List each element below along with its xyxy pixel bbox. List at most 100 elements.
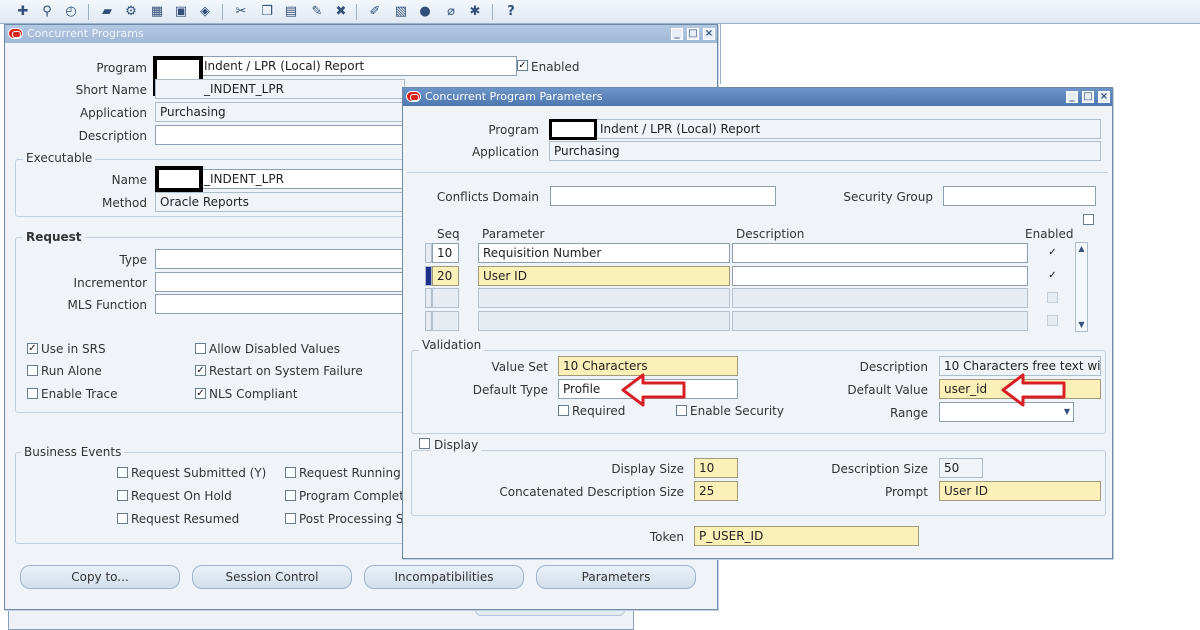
parameter-field[interactable]: User ID — [478, 266, 730, 286]
minimize-icon[interactable]: _ — [1066, 91, 1078, 103]
enable-trace-checkbox[interactable] — [27, 388, 38, 399]
window-title-bar[interactable]: Concurrent Programs _ □ × — [5, 25, 717, 43]
parameters-button[interactable]: Parameters — [536, 565, 696, 589]
navigator-icon[interactable]: ◴ — [62, 3, 80, 21]
seq-field[interactable]: 20 — [432, 266, 459, 286]
attachments-icon[interactable]: ⌀ — [442, 3, 460, 21]
enabled-checkbox[interactable] — [1047, 292, 1058, 303]
description-field[interactable] — [732, 288, 1028, 308]
minimize-icon[interactable]: _ — [671, 28, 683, 40]
parameter-field[interactable] — [478, 288, 730, 308]
clear-record-icon[interactable]: ✎ — [308, 3, 326, 21]
application-field[interactable]: Purchasing — [155, 102, 405, 122]
close-icon[interactable]: × — [1098, 91, 1110, 103]
token-label: Token — [649, 530, 684, 544]
display-title: Display — [431, 438, 482, 452]
row-selector-current[interactable] — [425, 266, 432, 286]
param-program-field[interactable]: Indent / LPR (Local) Report — [549, 119, 1101, 139]
rows-scrollbar[interactable]: ▲ ▼ — [1075, 242, 1088, 332]
translations-icon[interactable]: ◈ — [196, 3, 214, 21]
business-events-title: Business Events — [21, 445, 125, 459]
run-alone-checkbox[interactable] — [27, 365, 38, 376]
restart-on-failure-checkbox[interactable]: ✓ — [195, 365, 206, 376]
folder-tools-icon[interactable]: ✱ — [466, 3, 484, 21]
enabled-checkbox[interactable]: ✓ — [1047, 247, 1058, 258]
enabled-checkbox[interactable]: ✓ — [517, 60, 528, 71]
type-field[interactable] — [155, 249, 405, 269]
request-running-checkbox[interactable] — [285, 467, 296, 478]
post-processing-checkbox[interactable] — [285, 513, 296, 524]
copy-to-button[interactable]: Copy to... — [20, 565, 180, 589]
short-name-field[interactable]: _INDENT_LPR — [155, 79, 405, 99]
parameters-title-bar[interactable]: Concurrent Program Parameters _ □ × — [403, 88, 1112, 106]
token-field[interactable]: P_USER_ID — [694, 526, 919, 546]
help-icon[interactable]: ? — [502, 3, 520, 21]
close-form-icon[interactable]: ▣ — [172, 3, 190, 21]
cut-icon[interactable]: ✂ — [232, 3, 250, 21]
delete-record-icon[interactable]: ✖ — [332, 3, 350, 21]
parameter-field[interactable] — [478, 311, 730, 331]
row-selector[interactable] — [425, 311, 432, 331]
incompatibilities-button[interactable]: Incompatibilities — [364, 565, 524, 589]
request-on-hold-checkbox[interactable] — [117, 490, 128, 501]
save-icon[interactable]: ▰ — [98, 3, 116, 21]
copy-icon[interactable]: ❐ — [258, 3, 276, 21]
seq-field[interactable]: 10 — [432, 243, 459, 263]
method-field[interactable]: Oracle Reports — [155, 192, 405, 212]
enabled-checkbox[interactable] — [1047, 315, 1058, 326]
request-submitted-checkbox[interactable] — [117, 467, 128, 478]
executable-title: Executable — [23, 151, 96, 165]
default-value-label: Default Value — [847, 383, 928, 397]
conflicts-domain-field[interactable] — [550, 186, 776, 206]
post-processing-label: Post Processing St — [299, 512, 409, 526]
prompt-field[interactable]: User ID — [939, 481, 1101, 501]
description-field[interactable] — [155, 125, 405, 145]
scroll-up-icon[interactable]: ▲ — [1077, 244, 1086, 254]
zoom-icon[interactable]: ▧ — [392, 3, 410, 21]
program-completed-checkbox[interactable] — [285, 490, 296, 501]
new-record-icon[interactable]: ✚ — [14, 3, 32, 21]
display-size-field[interactable]: 10 — [694, 458, 738, 478]
switch-responsibility-icon[interactable]: ⚙ — [122, 3, 140, 21]
request-on-hold-label: Request On Hold — [131, 489, 232, 503]
use-in-srs-checkbox[interactable]: ✓ — [27, 343, 38, 354]
parameter-field[interactable]: Requisition Number — [478, 243, 730, 263]
request-submitted-label: Request Submitted (Y) — [131, 466, 267, 480]
mls-function-field[interactable] — [155, 294, 405, 314]
edit-field-icon[interactable]: ✐ — [366, 3, 384, 21]
globe-icon[interactable]: ● — [416, 3, 434, 21]
description-size-field[interactable]: 50 — [939, 458, 983, 478]
redaction-box — [549, 119, 597, 140]
program-field[interactable]: Indent / LPR (Local) Report — [155, 56, 517, 76]
seq-field[interactable] — [432, 288, 459, 308]
description-label: Description — [78, 129, 147, 143]
row-selector[interactable] — [425, 243, 432, 263]
display-checkbox[interactable] — [419, 438, 430, 449]
row-selector[interactable] — [425, 288, 432, 308]
paste-icon[interactable]: ▤ — [282, 3, 300, 21]
conflicts-domain-label: Conflicts Domain — [436, 190, 539, 204]
maximize-icon[interactable]: □ — [687, 28, 699, 40]
security-group-field[interactable] — [943, 186, 1096, 206]
scroll-down-icon[interactable]: ▼ — [1077, 320, 1086, 330]
param-application-field[interactable]: Purchasing — [549, 141, 1101, 161]
close-icon[interactable]: × — [703, 28, 715, 40]
description-field[interactable] — [732, 243, 1028, 263]
search-icon[interactable]: ⚲ — [38, 3, 56, 21]
allow-disabled-values-checkbox[interactable] — [195, 343, 206, 354]
nls-compliant-checkbox[interactable]: ✓ — [195, 388, 206, 399]
request-resumed-checkbox[interactable] — [117, 513, 128, 524]
description-field[interactable] — [732, 311, 1028, 331]
record-indicator-checkbox[interactable] — [1083, 214, 1094, 225]
request-title: Request — [23, 230, 85, 244]
enabled-checkbox[interactable]: ✓ — [1047, 270, 1058, 281]
session-control-button[interactable]: Session Control — [192, 565, 352, 589]
incrementor-field[interactable] — [155, 272, 405, 292]
concat-description-size-field[interactable]: 25 — [694, 481, 738, 501]
seq-field[interactable] — [432, 311, 459, 331]
print-icon[interactable]: ▦ — [148, 3, 166, 21]
executable-name-label: Name — [111, 173, 147, 187]
required-checkbox[interactable] — [558, 405, 569, 416]
maximize-icon[interactable]: □ — [1082, 91, 1094, 103]
description-field[interactable] — [732, 266, 1028, 286]
